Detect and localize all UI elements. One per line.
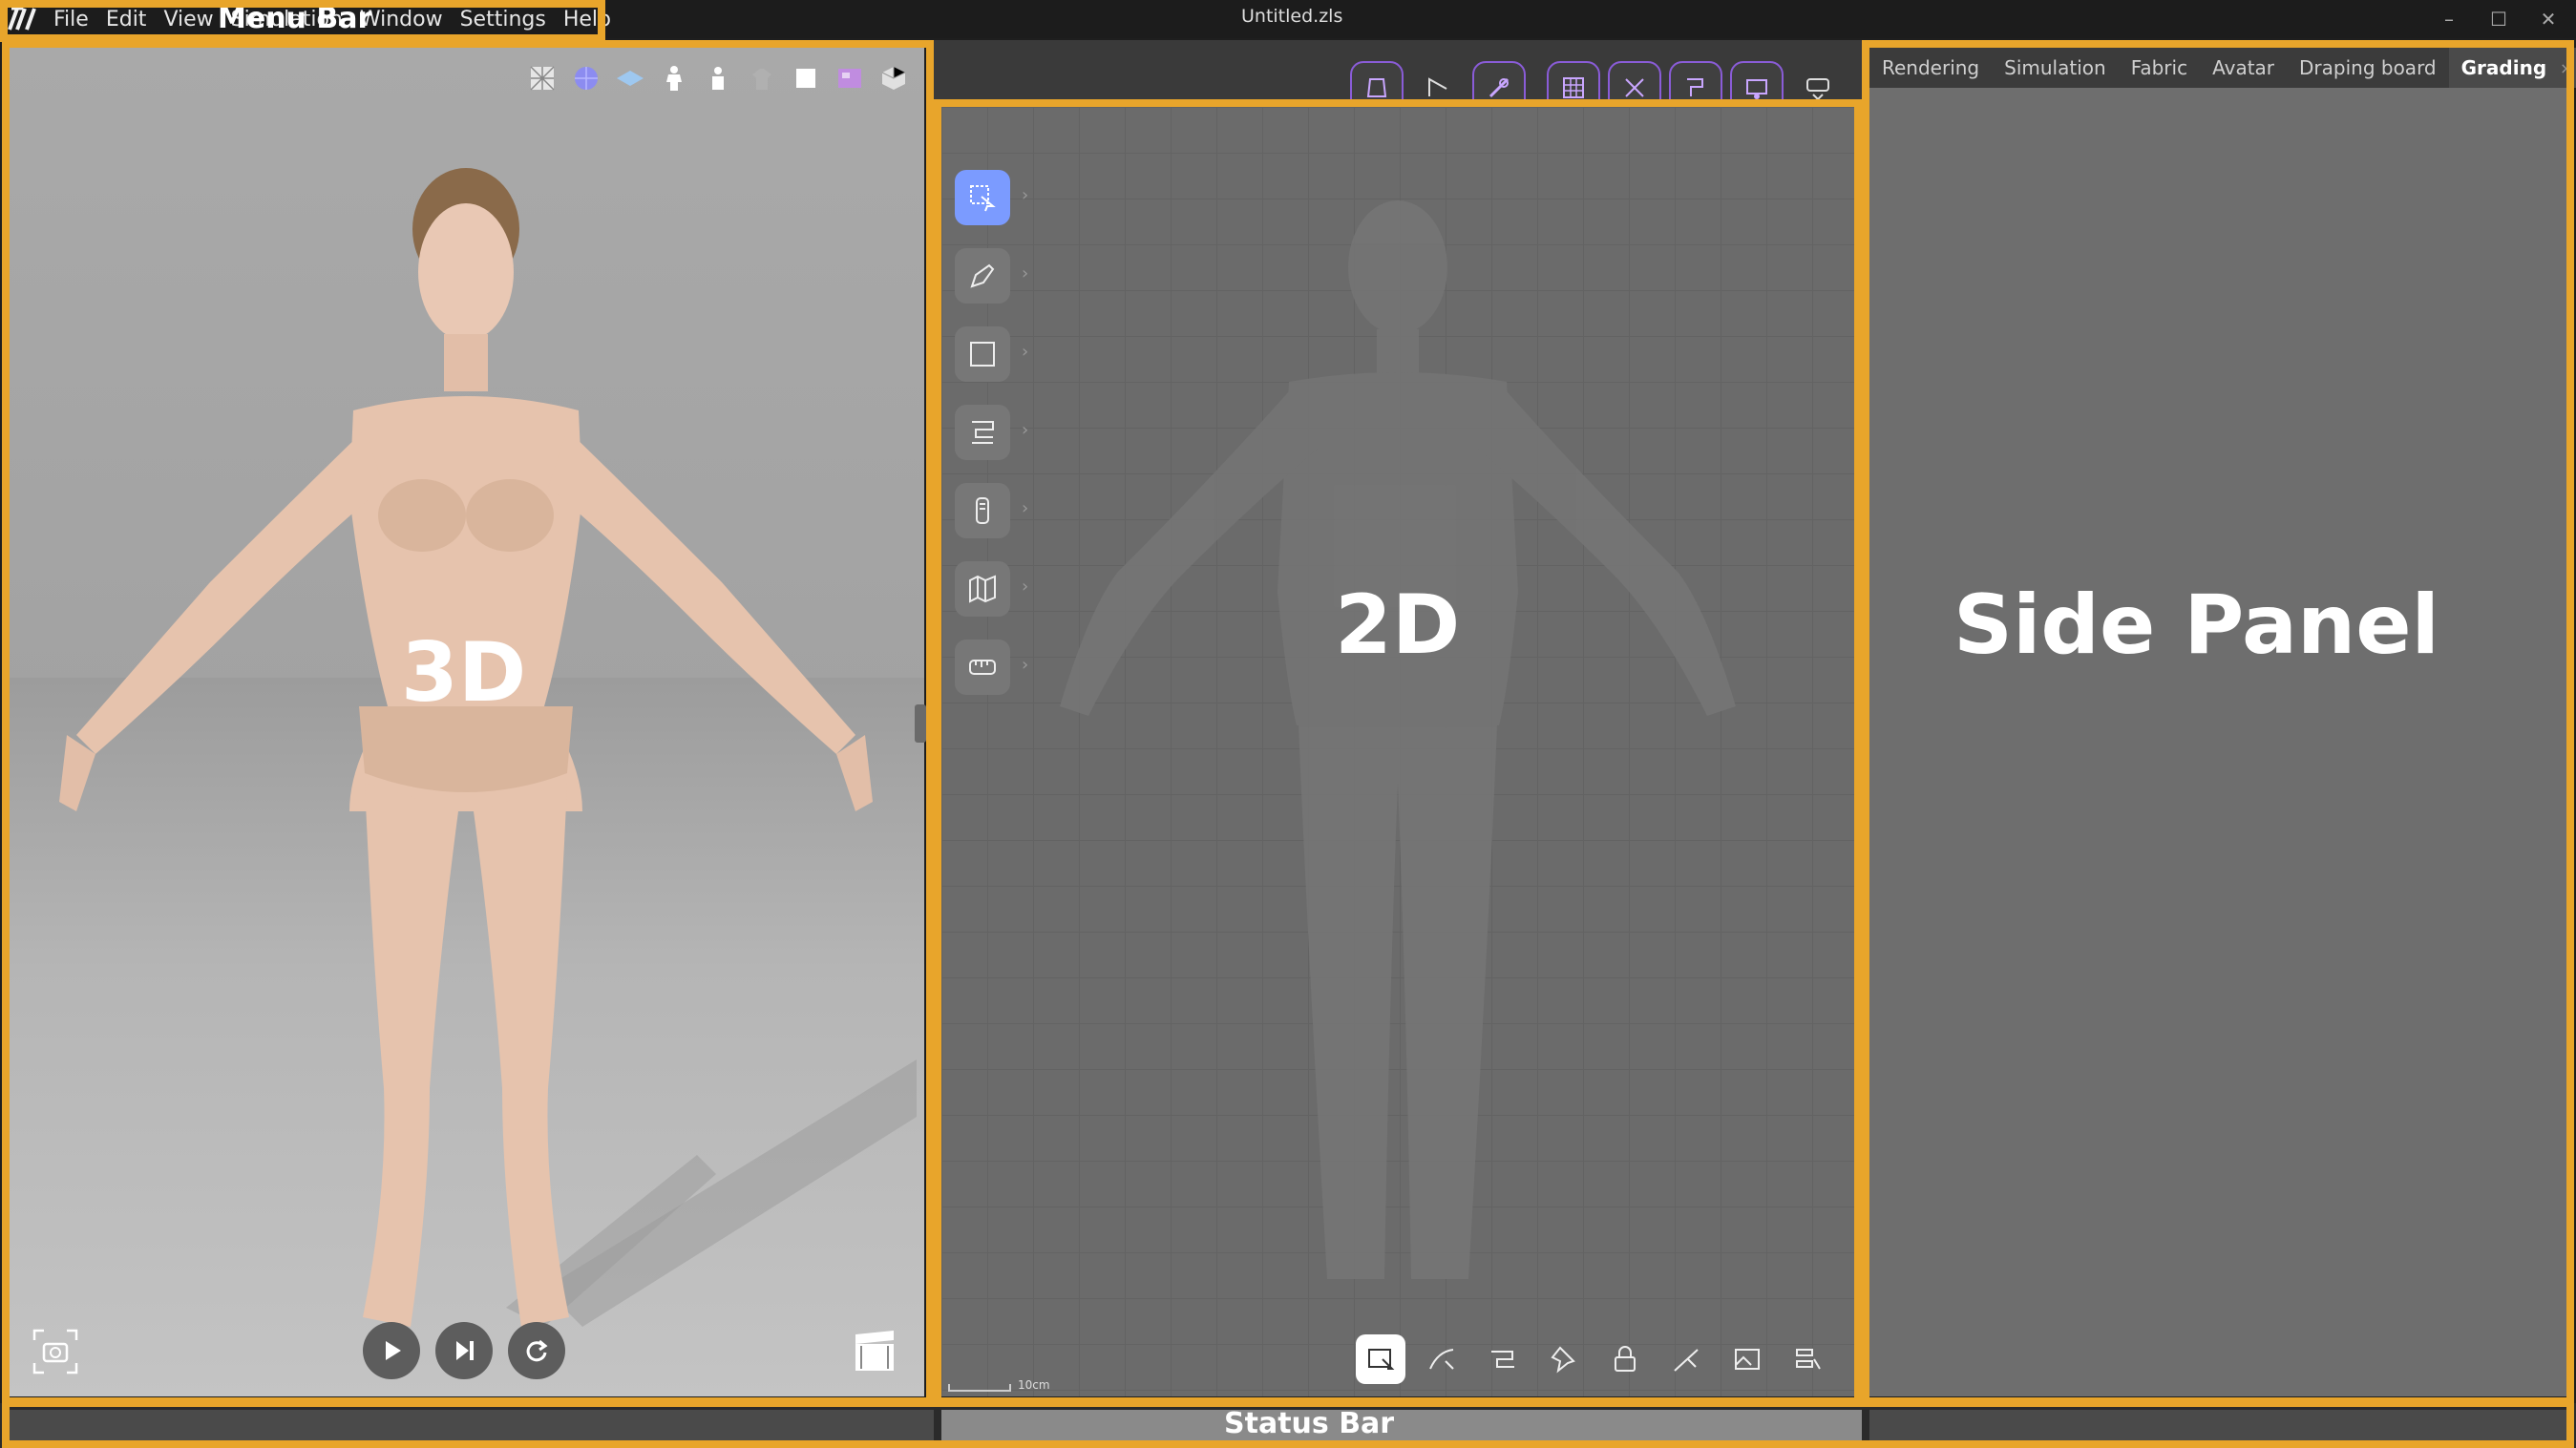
close-icon[interactable]: ✕ xyxy=(2538,8,2559,31)
select-icon[interactable] xyxy=(1356,1334,1405,1384)
line-icon[interactable] xyxy=(1661,1334,1711,1384)
document-title: Untitled.zls xyxy=(1241,6,1343,27)
transform-icon[interactable] xyxy=(955,170,1028,225)
menu-edit[interactable]: Edit xyxy=(106,8,147,31)
tab-rendering[interactable]: Rendering xyxy=(1869,48,1992,88)
viewport-2d-bottom-toolbar xyxy=(1356,1334,1833,1384)
viewport-3d-toolbar xyxy=(525,61,911,95)
status-bar-side xyxy=(1869,1410,2566,1440)
sewing-icon[interactable] xyxy=(955,405,1028,460)
garment-icon[interactable] xyxy=(745,61,779,95)
status-bar-annotation: Status Bar xyxy=(1224,1407,1395,1440)
pen-icon[interactable] xyxy=(955,248,1028,304)
mesh-grid-icon[interactable] xyxy=(525,61,560,95)
plane-icon[interactable] xyxy=(613,61,647,95)
minimize-icon[interactable]: – xyxy=(2439,8,2460,31)
tab-fabric[interactable]: Fabric xyxy=(2119,48,2200,88)
maximize-icon[interactable]: ☐ xyxy=(2488,8,2509,31)
play-icon[interactable] xyxy=(363,1322,420,1379)
tab-grading-label: Grading xyxy=(2460,56,2547,79)
avatar-icon[interactable] xyxy=(657,61,691,95)
scale-bar xyxy=(948,1384,1011,1392)
menu-window[interactable]: Window xyxy=(360,8,443,31)
measure-icon[interactable] xyxy=(955,640,1028,695)
avatar-figure xyxy=(59,168,917,1327)
viewport-2d-tool-column xyxy=(955,170,1028,695)
menu-help[interactable]: Help xyxy=(563,8,611,31)
menu-settings[interactable]: Settings xyxy=(460,8,546,31)
viewport-3d-annotation: 3D xyxy=(401,625,527,721)
title-bar: File Edit View Simulation Window Setting… xyxy=(0,0,2576,38)
cube-view-icon[interactable] xyxy=(876,61,911,95)
settings-icon[interactable] xyxy=(1784,1334,1833,1384)
viewport-2d-annotation: 2D xyxy=(1335,577,1461,673)
camera-icon[interactable] xyxy=(31,1327,80,1376)
pin-icon[interactable] xyxy=(1539,1334,1589,1384)
status-bar-2d xyxy=(941,1410,1862,1440)
edit-curve-icon[interactable] xyxy=(1417,1334,1467,1384)
menu-bar-annotation: Menu Bar xyxy=(218,2,372,35)
viewport-splitter-handle[interactable] xyxy=(915,704,926,743)
fold-map-icon[interactable] xyxy=(955,561,1028,617)
texture-icon[interactable] xyxy=(833,61,867,95)
avatar-silhouette xyxy=(1060,200,1736,1279)
clapperboard-icon[interactable] xyxy=(850,1327,899,1376)
lock-icon[interactable] xyxy=(1600,1334,1650,1384)
tab-grading[interactable]: Grading × xyxy=(2448,48,2576,88)
simulation-playback xyxy=(363,1322,565,1379)
sphere-icon[interactable] xyxy=(569,61,603,95)
side-panel-annotation: Side Panel xyxy=(1953,577,2440,673)
scale-label: 10cm xyxy=(1018,1378,1050,1392)
side-panel xyxy=(1869,48,2566,1396)
avatar-alt-icon[interactable] xyxy=(701,61,735,95)
app-logo-icon[interactable] xyxy=(8,5,50,33)
tab-avatar[interactable]: Avatar xyxy=(2200,48,2287,88)
tab-draping-board[interactable]: Draping board xyxy=(2287,48,2449,88)
viewport-3d[interactable]: 3D xyxy=(10,48,924,1396)
window-controls: – ☐ ✕ xyxy=(2439,0,2559,38)
menu-file[interactable]: File xyxy=(53,8,89,31)
rectangle-icon[interactable] xyxy=(955,326,1028,382)
image-icon[interactable] xyxy=(1722,1334,1772,1384)
step-forward-icon[interactable] xyxy=(435,1322,493,1379)
tab-simulation[interactable]: Simulation xyxy=(1992,48,2119,88)
status-bar-3d xyxy=(10,1410,934,1440)
side-panel-tabs: Rendering Simulation Fabric Avatar Drapi… xyxy=(1869,48,2576,88)
reset-icon[interactable] xyxy=(508,1322,565,1379)
tab-close-icon[interactable]: × xyxy=(2560,59,2572,77)
zipper-icon[interactable] xyxy=(955,483,1028,538)
sewing-tool-icon[interactable] xyxy=(1478,1334,1528,1384)
cube-white-icon[interactable] xyxy=(789,61,823,95)
menu-view[interactable]: View xyxy=(163,8,213,31)
